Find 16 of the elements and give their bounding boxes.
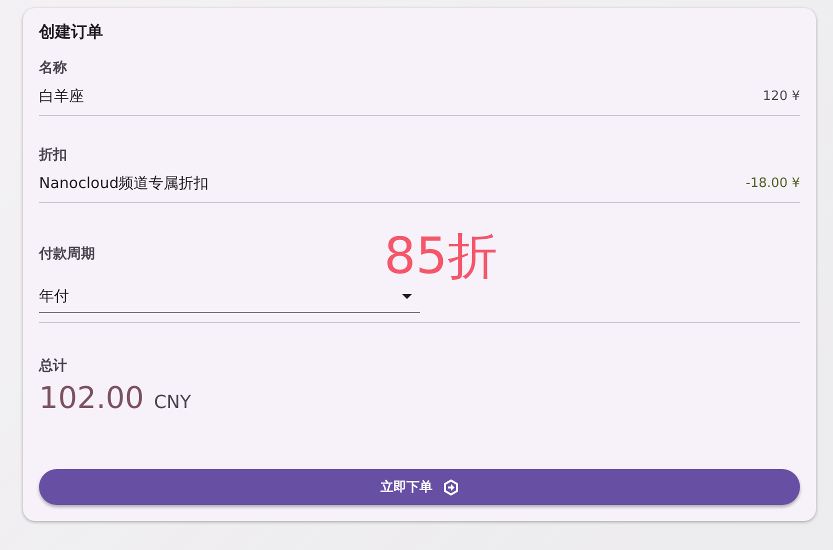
billing-select[interactable]: 年付	[39, 287, 420, 313]
discount-label: 85折	[384, 231, 498, 281]
price-amount: 120 ¥	[762, 89, 800, 104]
field-label: 名称	[39, 59, 68, 77]
field-value: Nanocloud频道专属折扣	[39, 174, 209, 193]
field-label: 折扣	[39, 146, 68, 164]
price-amount: -18.00 ¥	[746, 176, 800, 191]
card-title: 创建订单	[39, 22, 104, 43]
field-label: 总计	[39, 357, 68, 375]
field-label: 付款周期	[39, 245, 96, 263]
field-value: 白羊座	[39, 87, 84, 106]
total-amount: 102.00	[39, 381, 144, 416]
currency-label: CNY	[154, 392, 192, 413]
arrow-icon	[442, 478, 458, 496]
submit-button[interactable]: 立即下单	[39, 469, 800, 505]
caret-icon	[402, 294, 412, 299]
